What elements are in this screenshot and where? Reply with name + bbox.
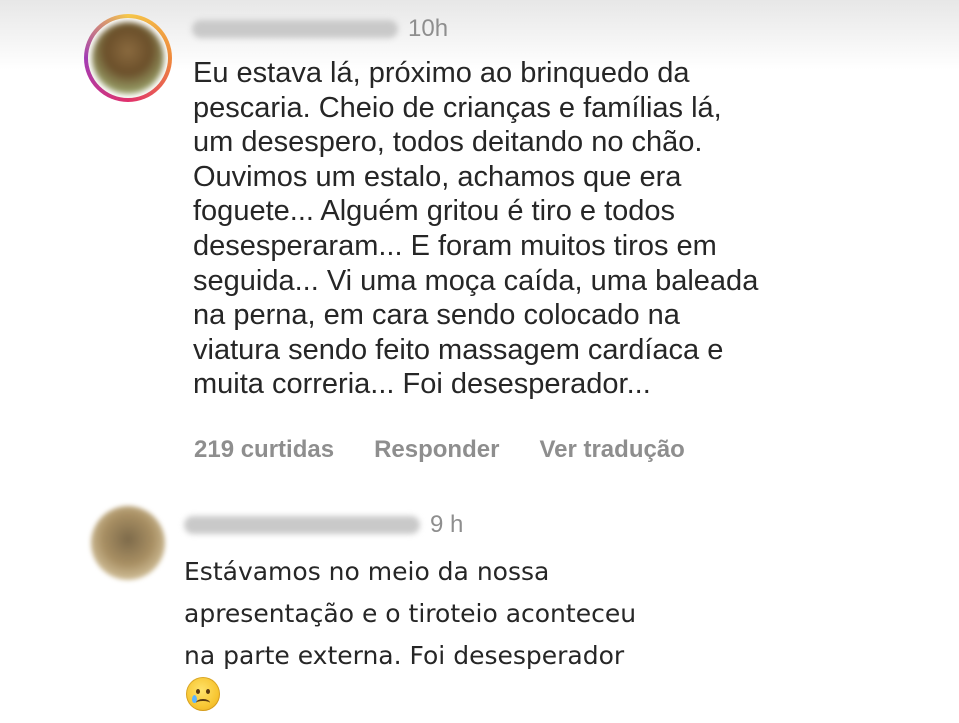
avatar[interactable] [91, 506, 165, 580]
emoji-mouth [196, 699, 210, 707]
comment-header: juninaforrozarte 9 h [184, 508, 463, 542]
username-blurred[interactable]: juninaforrozarte [184, 516, 420, 534]
comment-item: fernandofeijoo 10h Eu estava lá, próximo… [0, 0, 959, 490]
emoji-eye [196, 689, 200, 694]
comment-timestamp: 9 h [430, 511, 464, 538]
comment-actions: 219 curtidas Responder Ver tradução [194, 436, 685, 464]
avatar-image [92, 22, 164, 94]
comment-text: Eu estava lá, próximo ao brinquedo da pe… [193, 57, 759, 401]
comment-text: Estávamos no meio da nossa apresentação … [184, 557, 637, 670]
username-blurred[interactable]: fernandofeijoo [192, 20, 398, 38]
reply-button[interactable]: Responder [374, 436, 499, 464]
see-translation-button[interactable]: Ver tradução [539, 436, 684, 464]
likes-count-button[interactable]: 219 curtidas [194, 436, 334, 464]
emoji-eye [206, 689, 210, 694]
crying-face-icon [186, 677, 220, 711]
comment-header: fernandofeijoo 10h [192, 12, 448, 46]
avatar[interactable] [84, 14, 172, 102]
comment-timestamp: 10h [408, 15, 449, 42]
